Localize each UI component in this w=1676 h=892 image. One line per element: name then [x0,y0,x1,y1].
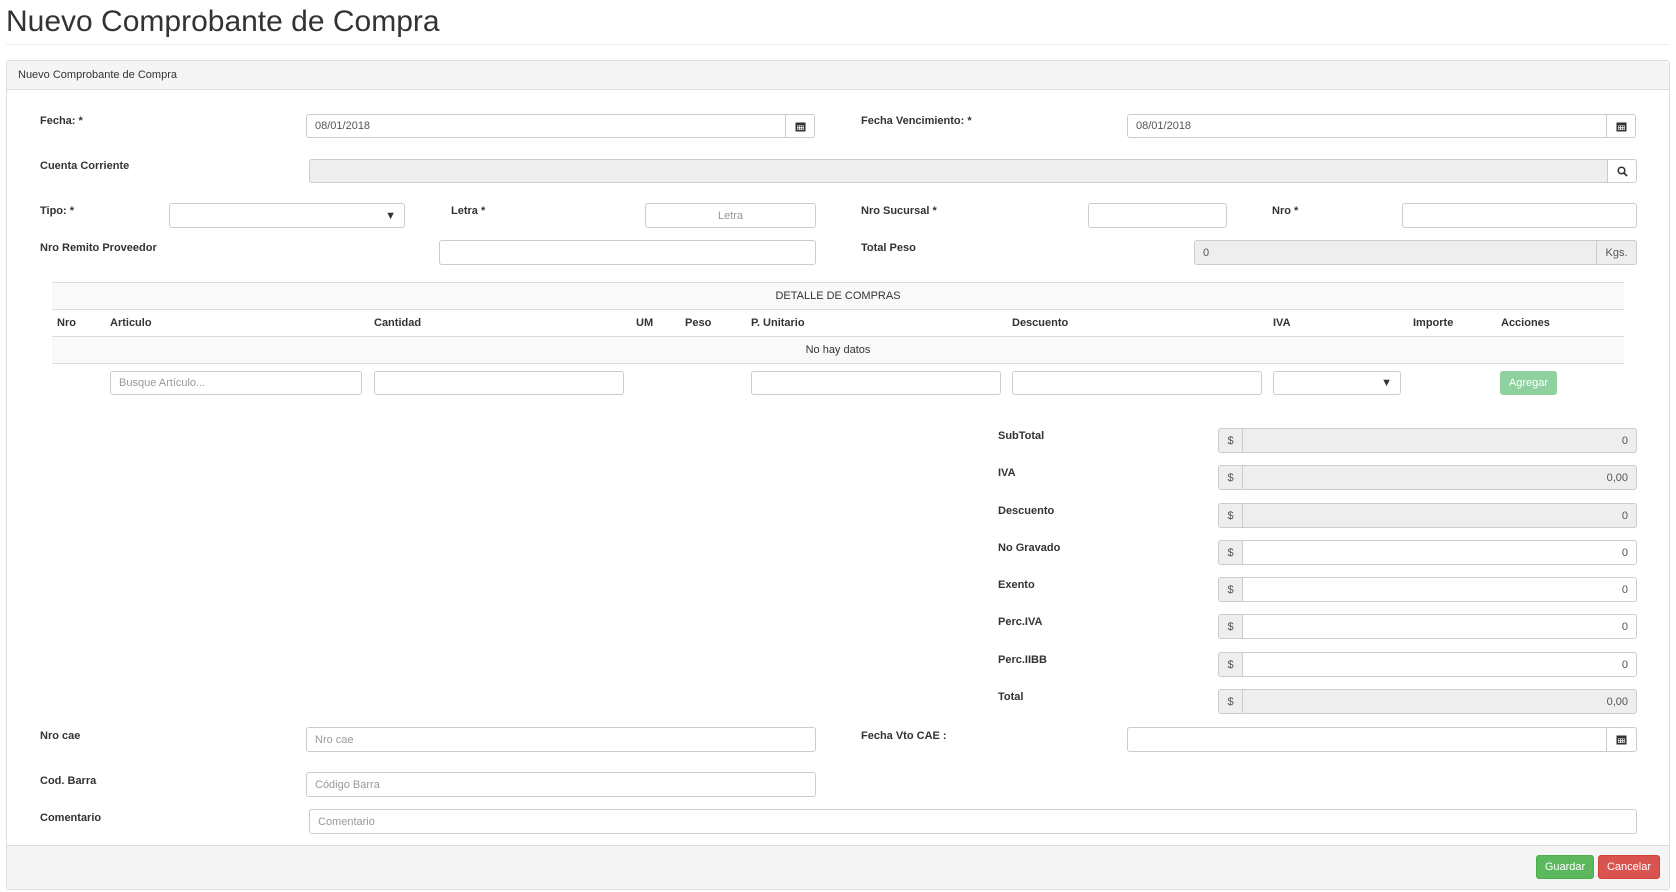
nro-sucursal-input[interactable] [1088,203,1227,228]
col-articulo: Articulo [110,317,152,329]
cantidad-input[interactable] [374,371,624,395]
col-iva: IVA [1273,317,1291,329]
col-peso: Peso [685,317,712,329]
nro-cae-label: Nro cae [40,730,81,742]
articulo-search-input[interactable]: Busque Artículo... [110,371,362,395]
nro-remito-input[interactable] [439,240,816,265]
calendar-icon [1616,735,1627,745]
detalle-title-row: DETALLE DE COMPRAS [52,282,1624,310]
letra-input[interactable]: Letra [645,203,816,228]
cod-barra-label: Cod. Barra [40,775,97,787]
agregar-button[interactable]: Agregar [1500,371,1557,395]
total-peso-label: Total Peso [861,242,916,254]
fecha-calendar-button[interactable] [785,114,815,138]
detalle-empty-text: No hay datos [805,344,871,356]
search-icon [1616,165,1628,177]
calendar-icon [795,122,805,131]
currency-symbol: $ [1218,577,1243,602]
currency-symbol: $ [1218,503,1243,528]
fecha-label: Fecha: * [40,115,83,127]
total-value-input[interactable]: 0 [1242,652,1637,677]
total-value-input: 0 [1242,503,1637,528]
col-importe: Importe [1413,317,1454,329]
page-title: Nuevo Comprobante de Compra [6,5,440,38]
col-p-unitario: P. Unitario [751,317,805,329]
total-value-input: 0,00 [1242,465,1637,490]
panel-heading-title: Nuevo Comprobante de Compra [18,69,177,81]
currency-symbol: $ [1218,428,1243,453]
nro-cae-input[interactable]: Nro cae [306,727,816,752]
currency-symbol: $ [1218,652,1243,677]
tipo-select[interactable]: ▼ [169,203,405,228]
total-label: Descuento [998,505,1055,517]
total-value-input: 0,00 [1242,689,1637,714]
total-peso-unit: Kgs. [1596,240,1637,265]
cuenta-corriente-label: Cuenta Corriente [40,160,130,172]
p-unitario-input[interactable] [751,371,1001,395]
fecha-vto-cae-input[interactable] [1127,727,1607,752]
currency-symbol: $ [1218,689,1243,714]
chevron-down-icon: ▼ [1381,377,1392,389]
total-label: Perc.IIBB [998,654,1047,666]
total-value-input[interactable]: 0 [1242,614,1637,639]
nro-input[interactable] [1402,203,1637,228]
comentario-label: Comentario [40,812,102,824]
fecha-input[interactable]: 08/01/2018 [306,114,786,138]
total-label: Perc.IVA [998,616,1043,628]
currency-symbol: $ [1218,614,1243,639]
detalle-header-row: Nro Articulo Cantidad UM Peso P. Unitari… [52,310,1624,337]
cuenta-corriente-search-button[interactable] [1607,159,1637,183]
currency-symbol: $ [1218,465,1243,490]
descuento-input[interactable] [1012,371,1262,395]
col-descuento: Descuento [1012,317,1069,329]
cod-barra-input[interactable]: Código Barra [306,772,816,797]
fecha-vencimiento-label: Fecha Vencimiento: * [861,115,972,127]
cuenta-corriente-input[interactable] [309,159,1608,183]
fecha-vencimiento-calendar-button[interactable] [1606,114,1636,138]
col-cantidad: Cantidad [374,317,422,329]
panel-footer [7,845,1669,889]
iva-select[interactable]: ▼ [1273,371,1401,395]
col-um: UM [636,317,654,329]
total-label: Exento [998,579,1035,591]
fecha-vto-cae-calendar-button[interactable] [1606,727,1637,752]
nro-sucursal-label: Nro Sucursal * [861,205,937,217]
total-value-input[interactable]: 0 [1242,577,1637,602]
panel-heading: Nuevo Comprobante de Compra [7,61,1669,90]
comentario-input[interactable]: Comentario [309,809,1637,834]
total-label: IVA [998,467,1016,479]
fecha-vto-cae-label: Fecha Vto CAE : [861,730,947,742]
title-divider [6,44,1670,45]
currency-symbol: $ [1218,540,1243,565]
nro-label: Nro * [1272,205,1299,217]
col-nro: Nro [57,317,76,329]
chevron-down-icon: ▼ [385,209,396,222]
calendar-icon [1616,122,1626,131]
cancelar-button[interactable]: Cancelar [1598,855,1660,879]
total-value-input[interactable]: 0 [1242,540,1637,565]
fecha-vencimiento-input[interactable]: 08/01/2018 [1127,114,1607,138]
total-label: No Gravado [998,542,1061,554]
detalle-title: DETALLE DE COMPRAS [775,290,901,302]
col-acciones: Acciones [1501,317,1550,329]
total-peso-input: 0 [1194,240,1597,265]
detalle-empty-row: No hay datos [52,337,1624,364]
letra-label: Letra * [451,205,486,217]
nro-remito-label: Nro Remito Proveedor [40,242,157,254]
total-label: Total [998,691,1024,703]
guardar-button[interactable]: Guardar [1536,855,1594,879]
total-label: SubTotal [998,430,1045,442]
total-value-input: 0 [1242,428,1637,453]
tipo-label: Tipo: * [40,205,75,217]
